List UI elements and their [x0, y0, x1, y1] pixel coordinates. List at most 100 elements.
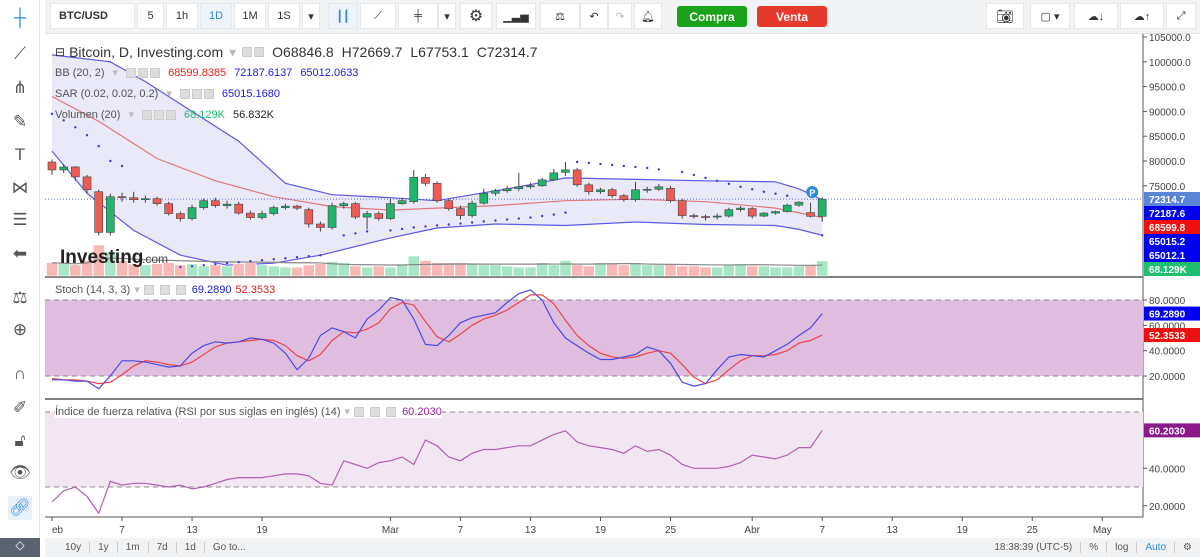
legend-volume: Volumen (20) ▾ 68.129K 56.832K — [55, 108, 274, 122]
legend-sar: SAR (0.02, 0.02, 0.2) ▾ 65015.1680 — [55, 87, 280, 101]
date-tick-label: 13 — [887, 525, 899, 536]
hide-icon[interactable] — [143, 284, 154, 295]
range-10y[interactable]: 10y — [57, 542, 91, 553]
date-tick-label: 25 — [665, 525, 677, 536]
bb-lower: 65012.0633 — [300, 66, 359, 79]
range-1d[interactable]: 1d — [177, 542, 205, 553]
volume-bar — [524, 266, 537, 277]
candle — [257, 213, 267, 218]
gear-icon[interactable]: ⚙ — [1175, 542, 1200, 553]
date-tick-label: 19 — [256, 525, 268, 536]
sar-dot — [739, 185, 742, 188]
sar-dot — [517, 217, 520, 220]
legend-dropdown-icon[interactable]: ▾ — [229, 44, 236, 61]
candle — [409, 177, 419, 202]
volume-bar — [781, 266, 793, 277]
remove-icon[interactable] — [175, 284, 186, 295]
settings-small-icon[interactable] — [370, 406, 381, 417]
legend-title: Bitcoin, D, Investing.com — [69, 44, 224, 60]
settings-small-icon[interactable] — [159, 284, 170, 295]
volume-bar — [583, 265, 595, 277]
candle — [129, 197, 138, 200]
sar-dot — [97, 144, 100, 148]
hide-icon[interactable] — [354, 406, 365, 417]
sar-dot — [540, 214, 544, 218]
volume-bar — [256, 264, 268, 277]
candle — [736, 207, 745, 210]
price-tick-label: 85000.0 — [1149, 132, 1186, 143]
remove-icon[interactable] — [203, 88, 214, 99]
settings-small-icon[interactable] — [191, 88, 202, 99]
goto-button[interactable]: Go to... — [205, 542, 254, 553]
volume-price-label: 68.129K — [1149, 265, 1188, 276]
rsi-tick-label: 40.0000 — [1149, 464, 1186, 475]
volume-bar — [408, 255, 420, 277]
range-1m[interactable]: 1m — [118, 542, 149, 553]
volume-ma: 56.832K — [232, 108, 274, 121]
sar-dot — [190, 264, 194, 268]
sar-dot — [412, 226, 415, 229]
sar-dot — [692, 173, 696, 177]
collapse-legend-icon[interactable]: ⊟ — [55, 45, 65, 59]
ohlc-open: O68846.8 — [272, 44, 334, 60]
volume-bar — [606, 263, 618, 277]
candle — [467, 202, 477, 216]
hide-icon[interactable] — [141, 109, 152, 120]
remove-icon[interactable] — [386, 406, 397, 417]
volume-bar — [302, 264, 315, 277]
candle — [759, 212, 769, 217]
sar-dot — [564, 211, 567, 214]
rsi-legend: Índice de fuerza relativa (RSI por sus s… — [55, 405, 442, 418]
sar-dot — [482, 220, 485, 223]
remove-icon[interactable] — [150, 67, 161, 78]
sar-dot — [109, 159, 112, 163]
remove-icon[interactable] — [165, 109, 176, 120]
sar-dot — [610, 163, 614, 167]
candle — [47, 161, 57, 171]
hide-icon[interactable] — [126, 67, 137, 78]
settings-small-icon[interactable] — [138, 67, 149, 78]
candle — [607, 189, 617, 197]
position-marker-label: P — [809, 188, 815, 198]
auto-toggle[interactable]: Auto — [1137, 542, 1176, 553]
volume-bar — [676, 265, 688, 277]
range-7d[interactable]: 7d — [149, 542, 177, 553]
candle — [304, 209, 314, 225]
price-label: 65012.1 — [1149, 251, 1186, 262]
investing-logo: .com — [142, 252, 168, 266]
sar-dot — [494, 219, 497, 222]
sar-dot — [424, 225, 427, 228]
volume-bar — [478, 264, 490, 277]
settings-small-icon[interactable] — [254, 47, 265, 57]
candle — [117, 196, 127, 199]
price-tick-label: 75000.0 — [1149, 182, 1186, 193]
percent-toggle[interactable]: % — [1081, 542, 1108, 553]
bb-label: BB (20, 2) — [55, 66, 105, 79]
candle — [724, 209, 734, 217]
sar-dot — [435, 224, 439, 227]
volume-bar — [571, 264, 583, 277]
chart-legend: ⊟ Bitcoin, D, Investing.com ▾ O68846.8 H… — [55, 42, 538, 125]
sar-dot — [179, 265, 182, 269]
candle — [701, 216, 710, 218]
hide-icon[interactable] — [179, 88, 190, 99]
candle — [771, 211, 780, 214]
candle — [82, 176, 92, 191]
candle — [141, 198, 150, 200]
sar-dot — [587, 161, 591, 165]
hide-icon[interactable] — [242, 47, 253, 57]
sar-dot — [389, 229, 392, 232]
rsi-band-fill — [45, 412, 1143, 487]
log-toggle[interactable]: log — [1107, 542, 1138, 553]
sar-value: 65015.1680 — [221, 87, 280, 100]
candle — [176, 213, 185, 219]
price-label: 72314.7 — [1149, 195, 1186, 206]
settings-small-icon[interactable] — [153, 109, 164, 120]
sar-dot — [786, 194, 789, 197]
range-1y[interactable]: 1y — [90, 542, 118, 553]
candle — [106, 196, 115, 233]
ohlc-low: L67753.1 — [410, 44, 469, 60]
candle — [456, 208, 465, 216]
volume-value: 68.129K — [183, 108, 225, 121]
bb-middle: 68599.8385 — [168, 66, 227, 79]
